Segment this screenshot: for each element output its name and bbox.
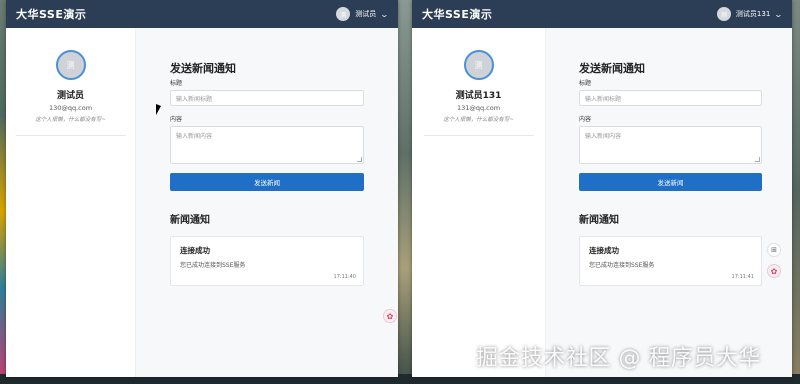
news-heading: 新闻通知 xyxy=(170,215,210,226)
user-menu-name: 测试员 xyxy=(355,10,377,18)
assistant-icon[interactable]: ✿ xyxy=(767,264,781,278)
news-card: 连接成功 您已成功连接到SSE服务 17:11:40 xyxy=(170,236,364,286)
apps-grid-icon[interactable]: ⊞ xyxy=(767,243,781,257)
profile-sidebar: 测 测试员 130@qq.com 这个人很懒，什么都没有写~ xyxy=(6,28,136,377)
chevron-down-icon: ⌄ xyxy=(773,9,784,19)
news-card-time: 17:11:41 xyxy=(731,274,754,280)
content-label: 内容 xyxy=(579,116,592,123)
browser-window-right: 大华SSE演示 测 测试员131 ⌄ 测 测试员131 131@qq.com 这… xyxy=(412,0,792,377)
main-content: 发送新闻通知 标题 输入新闻标题 内容 输入新闻内容 发送新闻 新闻通知 连接成… xyxy=(546,28,792,377)
resize-handle[interactable] xyxy=(755,157,760,162)
send-news-button[interactable]: 发送新闻 xyxy=(170,173,364,191)
content-textarea[interactable]: 输入新闻内容 xyxy=(579,126,762,164)
profile-sidebar: 测 测试员131 131@qq.com 这个人很懒，什么都没有写~ xyxy=(412,28,546,377)
content-textarea[interactable]: 输入新闻内容 xyxy=(170,126,364,164)
title-input[interactable]: 输入新闻标题 xyxy=(170,90,364,106)
desktop-background-right xyxy=(792,0,800,384)
title-input[interactable]: 输入新闻标题 xyxy=(579,90,762,106)
divider xyxy=(423,135,534,136)
avatar: 测 xyxy=(336,7,351,21)
title-label: 标题 xyxy=(579,80,592,87)
profile-avatar: 测 xyxy=(55,50,86,80)
profile-email: 131@qq.com xyxy=(456,104,501,112)
user-menu[interactable]: 测 测试员 ⌄ xyxy=(336,7,390,21)
profile-name: 测试员131 xyxy=(455,91,502,101)
divider xyxy=(15,135,126,136)
browser-window-left: 大华SSE演示 测 测试员 ⌄ 测 测试员 130@qq.com 这个人很懒，什… xyxy=(6,0,398,377)
send-news-heading: 发送新闻通知 xyxy=(170,62,236,75)
news-card-body: 您已成功连接到SSE服务 xyxy=(180,262,246,269)
send-news-button[interactable]: 发送新闻 xyxy=(579,173,762,191)
user-menu-name: 测试员131 xyxy=(735,10,771,18)
profile-avatar: 测 xyxy=(463,50,494,80)
watermark: 掘金技术社区 @ 程序员大华 xyxy=(476,346,761,371)
content-placeholder: 输入新闻内容 xyxy=(585,133,622,140)
news-heading: 新闻通知 xyxy=(579,215,619,226)
profile-email: 130@qq.com xyxy=(48,104,93,112)
app-brand: 大华SSE演示 xyxy=(16,8,87,21)
main-content: 发送新闻通知 标题 输入新闻标题 内容 输入新闻内容 发送新闻 新闻通知 连接成… xyxy=(136,28,398,377)
avatar: 测 xyxy=(716,7,731,21)
news-card-body: 您已成功连接到SSE服务 xyxy=(589,262,655,269)
profile-signature: 这个人很懒，什么都没有写~ xyxy=(443,117,514,123)
resize-handle[interactable] xyxy=(357,157,362,162)
news-card-title: 连接成功 xyxy=(589,246,619,255)
news-card-time: 17:11:40 xyxy=(333,274,356,280)
assistant-icon[interactable]: ✿ xyxy=(383,309,397,323)
profile-signature: 这个人很懒，什么都没有写~ xyxy=(35,117,106,123)
content-label: 内容 xyxy=(170,116,183,123)
content-placeholder: 输入新闻内容 xyxy=(176,133,213,140)
chevron-down-icon: ⌄ xyxy=(379,9,390,19)
app-brand: 大华SSE演示 xyxy=(422,8,493,21)
user-menu[interactable]: 测 测试员131 ⌄ xyxy=(716,7,784,21)
top-navbar: 大华SSE演示 测 测试员131 ⌄ xyxy=(412,0,792,28)
top-navbar: 大华SSE演示 测 测试员 ⌄ xyxy=(6,0,398,28)
profile-name: 测试员 xyxy=(56,91,84,101)
send-news-heading: 发送新闻通知 xyxy=(579,62,645,75)
mouse-cursor-icon xyxy=(156,104,161,115)
title-label: 标题 xyxy=(170,80,183,87)
desktop-background-middle xyxy=(398,0,412,384)
news-card-title: 连接成功 xyxy=(180,246,210,255)
news-card: 连接成功 您已成功连接到SSE服务 17:11:41 xyxy=(579,236,762,286)
